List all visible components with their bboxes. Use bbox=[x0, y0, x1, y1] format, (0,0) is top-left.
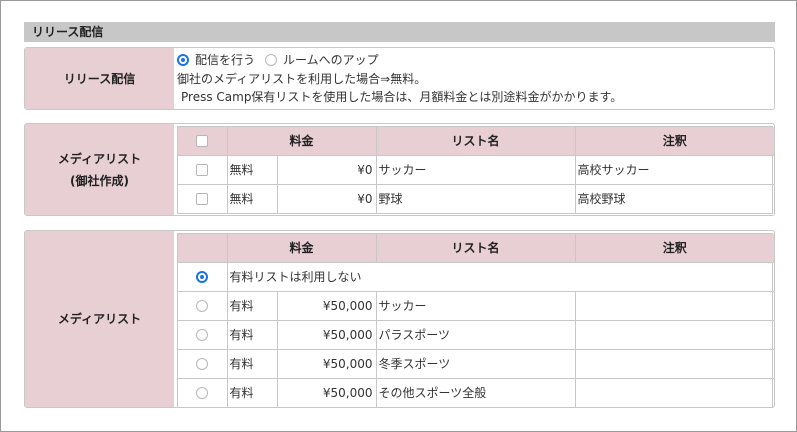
note: 高校サッカー bbox=[574, 155, 775, 184]
row-checkbox[interactable] bbox=[196, 164, 209, 176]
row-radio[interactable] bbox=[196, 358, 209, 370]
select-all-cell bbox=[178, 127, 227, 156]
paid-media-list-label-text: メディアリスト bbox=[57, 312, 142, 326]
note bbox=[574, 319, 775, 349]
row-radio[interactable] bbox=[196, 387, 209, 400]
table-row: 有料 ¥50,000 サッカー bbox=[178, 290, 775, 320]
price-value: ¥0 bbox=[276, 155, 377, 184]
fee-type: 無料 bbox=[226, 155, 277, 184]
release-label-text: リリース配信 bbox=[63, 71, 136, 86]
price-value: ¥50,000 bbox=[276, 348, 377, 378]
table-header-row: 料金 リスト名 注釈 bbox=[178, 127, 775, 156]
section-title: リリース配信 bbox=[24, 22, 775, 42]
no-paid-list-label: 有料リストは利用しない bbox=[226, 262, 775, 291]
table-row: 無料 ¥0 サッカー 高校サッカー bbox=[178, 155, 775, 184]
list-name: 冬季スポーツ bbox=[375, 348, 576, 378]
fee-type: 有料 bbox=[226, 377, 277, 407]
note-header: 注釈 bbox=[574, 234, 775, 263]
release-label: リリース配信 bbox=[25, 48, 174, 109]
own-media-list-panel: メディアリスト (御社作成) 料金 リスト名 注釈 無料 ¥0 サッカー 高校サ… bbox=[24, 123, 775, 216]
price-value: ¥50,000 bbox=[276, 290, 377, 320]
fee-type: 有料 bbox=[226, 348, 277, 378]
note: 高校野球 bbox=[574, 183, 775, 213]
release-panel: リリース配信 配信を行う ルームへのアップ 御社のメディアリストを利用した場合⇒… bbox=[24, 47, 775, 110]
table-header-row: 料金 リスト名 注釈 bbox=[178, 234, 775, 263]
deliver-radio[interactable] bbox=[177, 54, 189, 66]
paid-media-list-table: 料金 リスト名 注釈 有料リストは利用しない 有料 ¥50,000 サッカー 有… bbox=[177, 233, 775, 408]
deliver-label: 配信を行う bbox=[195, 53, 256, 67]
room-label: ルームへのアップ bbox=[283, 53, 379, 67]
table-row: 有料リストは利用しない bbox=[178, 262, 775, 291]
fee-type: 有料 bbox=[226, 290, 277, 320]
release-option-deliver[interactable]: 配信を行う bbox=[177, 51, 255, 69]
own-media-list-table: 料金 リスト名 注釈 無料 ¥0 サッカー 高校サッカー 無料 ¥0 野球 高校… bbox=[177, 126, 775, 214]
table-row: 有料 ¥50,000 冬季スポーツ bbox=[178, 348, 775, 378]
paid-media-list-label: メディアリスト bbox=[25, 231, 174, 407]
room-radio[interactable] bbox=[265, 54, 278, 66]
price-header: 料金 bbox=[226, 234, 377, 263]
note bbox=[574, 348, 775, 378]
price-value: ¥0 bbox=[276, 183, 377, 213]
release-option-room[interactable]: ルームへのアップ bbox=[265, 51, 379, 69]
release-note-1: 御社のメディアリストを利用した場合⇒無料。 bbox=[177, 72, 427, 86]
list-name-header: リスト名 bbox=[375, 234, 576, 263]
empty-header bbox=[178, 234, 227, 263]
list-name: パラスポーツ bbox=[375, 319, 576, 349]
price-value: ¥50,000 bbox=[276, 319, 377, 349]
table-row: 有料 ¥50,000 その他スポーツ全般 bbox=[178, 377, 775, 407]
paid-media-list-panel: メディアリスト 料金 リスト名 注釈 有料リストは利用しない 有料 ¥50,00… bbox=[24, 230, 775, 408]
own-media-list-label: メディアリスト (御社作成) bbox=[25, 124, 174, 215]
no-paid-list-radio[interactable] bbox=[196, 271, 209, 283]
list-name-header: リスト名 bbox=[375, 127, 576, 156]
table-row: 有料 ¥50,000 パラスポーツ bbox=[178, 319, 775, 349]
note-header: 注釈 bbox=[574, 127, 775, 156]
own-media-list-label-line2: (御社作成) bbox=[70, 173, 129, 188]
list-name: 野球 bbox=[375, 183, 576, 213]
table-row: 無料 ¥0 野球 高校野球 bbox=[178, 183, 775, 213]
list-name: サッカー bbox=[375, 290, 576, 320]
row-radio[interactable] bbox=[196, 329, 209, 341]
row-checkbox[interactable] bbox=[196, 193, 209, 206]
own-media-list-label-line1: メディアリスト bbox=[57, 151, 142, 166]
release-content: 配信を行う ルームへのアップ 御社のメディアリストを利用した場合⇒無料。 Pre… bbox=[177, 50, 772, 106]
note bbox=[574, 290, 775, 320]
fee-type: 有料 bbox=[226, 319, 277, 349]
list-name: サッカー bbox=[375, 155, 576, 184]
select-all-checkbox[interactable] bbox=[196, 135, 209, 148]
row-radio[interactable] bbox=[196, 300, 209, 312]
release-note-2: Press Camp保有リストを使用した場合は、月額料金とは別途料金がかかります… bbox=[181, 90, 623, 104]
price-header: 料金 bbox=[226, 127, 377, 156]
price-value: ¥50,000 bbox=[276, 377, 377, 407]
list-name: その他スポーツ全般 bbox=[375, 377, 576, 407]
note bbox=[574, 377, 775, 407]
fee-type: 無料 bbox=[226, 183, 277, 213]
